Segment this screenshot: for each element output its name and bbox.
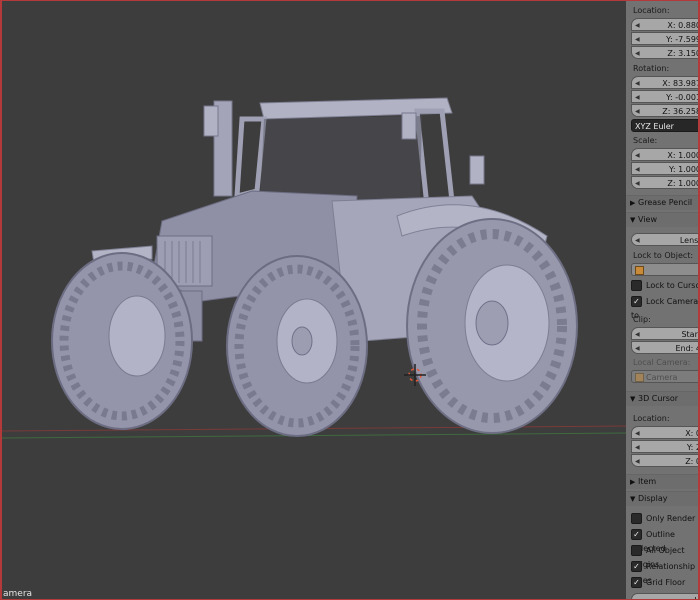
view-header[interactable]: ▼ View: [626, 212, 698, 227]
front-wheel-right: [226, 255, 368, 437]
rotation-mode-select[interactable]: XYZ Euler: [631, 119, 698, 132]
checkbox-checked-icon: ✓: [631, 577, 642, 588]
lock-to-cursor-checkbox[interactable]: Lock to Cursor: [631, 279, 698, 293]
scale-y-field[interactable]: ◀ Y: 1.000: [631, 162, 698, 175]
lock-to-object-label: Lock to Object:: [633, 251, 694, 260]
display-header[interactable]: ▼ Display: [626, 491, 698, 506]
local-camera-label: Local Camera:: [633, 358, 691, 367]
rotation-y-field[interactable]: ◀ Y: -0.001: [631, 90, 698, 103]
lock-object-field[interactable]: [631, 263, 698, 276]
scale-z-field[interactable]: ◀ Z: 1.000: [631, 176, 698, 189]
checkbox-unchecked-icon: [631, 280, 642, 291]
3d-viewport[interactable]: amera: [0, 0, 626, 600]
scale-x-field[interactable]: ◀ X: 1.000: [631, 148, 698, 161]
triangle-right-icon: ▶: [630, 478, 636, 486]
rear-wheel: [406, 218, 578, 434]
lens-field[interactable]: ◀ Lens:: [631, 233, 698, 246]
properties-sidebar[interactable]: Location: ◀ X: 0.880 ◀ Y: -7.599 ◀ Z: 3.150…: [626, 0, 700, 600]
viewport-camera-label: amera: [3, 589, 33, 599]
front-wheel-left: [51, 252, 193, 430]
3d-cursor-header[interactable]: ▼ 3D Cursor: [626, 391, 698, 406]
lock-camera-checkbox[interactable]: ✓ Lock Camera to: [631, 295, 698, 320]
local-camera-field[interactable]: Camera: [631, 370, 698, 383]
checkbox-checked-icon: ✓: [631, 529, 642, 540]
only-render-checkbox[interactable]: Only Render: [631, 512, 698, 526]
location-z-field[interactable]: ◀ Z: 3.150: [631, 46, 698, 59]
object-icon: [635, 266, 644, 275]
clip-label: Clip:: [633, 315, 651, 324]
checkbox-unchecked-icon: [631, 545, 642, 556]
outline-selected-checkbox[interactable]: ✓ Outline Selected: [631, 528, 698, 553]
tractor-model-render: [2, 97, 626, 439]
clip-start-field[interactable]: ◀ Start: [631, 327, 698, 340]
item-header[interactable]: ▶ Item: [626, 474, 698, 489]
relationship-lines-checkbox[interactable]: ✓Relationship Lines: [631, 560, 698, 585]
triangle-down-icon: ▼: [630, 216, 636, 224]
cursor-location-label: Location:: [633, 414, 670, 423]
location-x-field[interactable]: ◀ X: 0.880: [631, 18, 698, 31]
checkbox-checked-icon: ✓: [631, 561, 642, 572]
camera-object-icon: [635, 373, 644, 382]
checkbox-checked-icon: ✓: [631, 296, 642, 307]
checkbox-unchecked-icon: [631, 513, 642, 524]
cursor-z-field[interactable]: ◀ Z: 0: [631, 454, 698, 467]
location-y-field[interactable]: ◀ Y: -7.599: [631, 32, 698, 45]
triangle-down-icon: ▼: [630, 395, 636, 403]
grease-pencil-header[interactable]: ▶ Grease Pencil: [626, 195, 698, 210]
grid-lines-field[interactable]: Li: [631, 593, 698, 599]
triangle-right-icon: ▶: [630, 199, 636, 207]
clip-end-field[interactable]: ◀ End: 4: [631, 341, 698, 354]
rotation-z-field[interactable]: ◀ Z: 36.258: [631, 104, 698, 117]
triangle-down-icon: ▼: [630, 495, 636, 503]
rotation-label: Rotation:: [633, 64, 670, 73]
rotation-x-field[interactable]: ◀ X: 83.987: [631, 76, 698, 89]
cursor-x-field[interactable]: ◀ X: 0: [631, 426, 698, 439]
grid-floor-checkbox[interactable]: ✓ Grid Floor: [631, 576, 698, 590]
all-object-origins-checkbox[interactable]: All Object Origins: [631, 544, 698, 569]
cursor-y-field[interactable]: ◀ Y: 2: [631, 440, 698, 453]
scale-label: Scale:: [633, 136, 658, 145]
location-label: Location:: [633, 6, 670, 15]
